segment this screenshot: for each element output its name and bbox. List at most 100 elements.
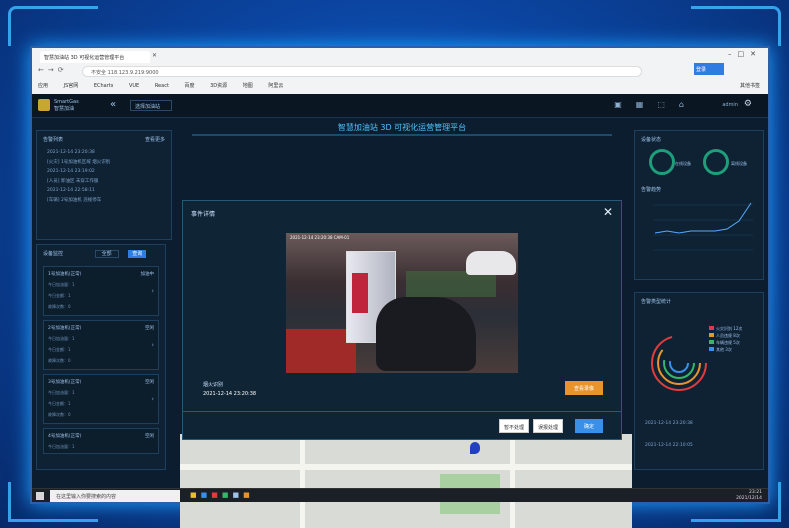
monitor-screen: 智慧加油站 3D 可视化运营管理平台 ✕ –□✕ ←→⟳ 不安全 118.123…	[30, 46, 770, 528]
alarm-list-panel: 告警列表 查看更多 2021-12-14 23:20:38 [火灾] 1号加油机区…	[36, 130, 172, 240]
modal-title: 事件详情	[191, 211, 216, 218]
map-road	[510, 434, 515, 528]
card-title: 2号加油机(正常) 空闲	[48, 326, 154, 331]
device-card[interactable]: 3号加油机(正常) 空闲 今日加油量：1 今日金额：1 故障次数：0 ›	[43, 374, 159, 424]
close-icon[interactable]: ✕	[603, 205, 613, 219]
list-item[interactable]: 2021-12-14 23:19:02	[37, 167, 171, 176]
device-status-panel: 设备状态 在线设备 离线设备 告警趋势	[634, 130, 764, 280]
card-row: 今日金额：1	[48, 293, 71, 298]
map-road	[180, 464, 632, 470]
frame-corner	[8, 6, 98, 46]
card-row: 今日加油量：1	[48, 336, 75, 341]
login-button[interactable]: 登录	[694, 63, 724, 75]
bookmark[interactable]: 阿里云	[268, 83, 283, 89]
card-title: 1号加油机(正常) 加油中	[48, 272, 154, 277]
gauge-offline	[703, 149, 729, 175]
logo-line: 智慧加油	[54, 106, 75, 112]
card-row: 今日金额：1	[48, 347, 71, 352]
app-root: SmartGas 智慧加油 « 选择加油站 ▣▦⬚⌂ admin ⚙ 智慧加油站…	[32, 94, 768, 528]
ignore-button[interactable]: 暂不处理	[499, 419, 529, 433]
bookmark[interactable]: VUE	[129, 83, 139, 89]
address-bar[interactable]: 不安全 118.123.9.219:9000	[82, 66, 642, 77]
legend-item: 人员违规 8次	[709, 332, 742, 339]
logo-text: SmartGas 智慧加油	[54, 99, 79, 113]
list-item[interactable]: 2021-12-14 22:10:05	[635, 441, 703, 450]
location-marker-icon[interactable]	[470, 442, 480, 454]
station-select[interactable]: 选择加油站	[130, 100, 172, 111]
map-road	[300, 434, 305, 528]
system-clock[interactable]: 23:21 2021/12/14	[736, 490, 762, 502]
nav-arrows-icon[interactable]: ←→⟳	[38, 66, 68, 74]
bookmark[interactable]: 3D资源	[210, 83, 227, 89]
close-tab-icon[interactable]: ✕	[152, 52, 157, 59]
trend-line	[654, 202, 752, 234]
divider	[183, 411, 621, 412]
bookmark[interactable]: JS官网	[64, 83, 79, 89]
query-button[interactable]: 查询	[128, 250, 147, 258]
collapse-icon[interactable]: «	[110, 99, 116, 110]
legend-item: 其他 3次	[709, 346, 742, 353]
list-item[interactable]: [车辆] 2号加油机 违规停车	[37, 195, 171, 205]
bookmark[interactable]: 应用	[38, 83, 48, 89]
bookmark[interactable]: 百度	[185, 83, 195, 89]
video-white-car	[466, 251, 516, 275]
browser-tab[interactable]: 智慧加油站 3D 可视化运营管理平台	[40, 51, 150, 63]
chevron-right-icon[interactable]: ›	[151, 395, 154, 403]
list-item[interactable]: [人员] 卸油区 未穿工作服	[37, 176, 171, 186]
map-view[interactable]	[180, 434, 632, 528]
panel-title: 设备状态	[641, 137, 662, 143]
view-record-button[interactable]: 查看录像	[565, 381, 603, 395]
gauge-label: 离线设备	[731, 161, 747, 166]
windows-start-icon[interactable]	[36, 492, 44, 500]
confirm-button[interactable]: 确定	[575, 419, 603, 433]
frame-corner	[691, 6, 781, 46]
device-card[interactable]: 2号加油机(正常) 空闲 今日加油量：1 今日金额：1 故障次数：0 ›	[43, 320, 159, 370]
device-monitor-panel: 设备监控 全部 查询 1号加油机(正常) 加油中 今日加油量：1 今日金额：1 故…	[36, 244, 166, 470]
list-item[interactable]: 2021-12-14 23:20:38	[37, 148, 171, 157]
gear-icon[interactable]: ⚙	[744, 99, 752, 109]
filter-select[interactable]: 全部	[94, 250, 119, 258]
card-row: 故障次数：0	[48, 412, 71, 417]
bookmark[interactable]: React	[155, 83, 169, 89]
video-timestamp: 2021-12-14 23:20:38 CAM-01	[290, 235, 350, 240]
bookmarks-bar: 应用 JS官网 ECharts VUE React 百度 3D资源 地图 阿里云	[38, 82, 297, 89]
video-snapshot[interactable]: 2021-12-14 23:20:38 CAM-01	[286, 233, 518, 373]
video-pump-panel	[352, 273, 368, 313]
alarm-type-panel: 告警类型统计 火灾识别 12次 人员违规 8次 车辆违规 5次 其他 3次 20…	[634, 292, 764, 470]
event-time: 2021-12-14 23:20:38	[203, 391, 257, 397]
more-link[interactable]: 查看更多	[145, 136, 165, 143]
misreport-button[interactable]: 误报处理	[533, 419, 563, 433]
card-row: 故障次数：0	[48, 304, 71, 309]
taskbar-search[interactable]: 在这里输入你要搜索的内容	[50, 490, 180, 502]
page-title: 智慧加油站 3D 可视化运营管理平台	[192, 118, 612, 136]
header-icons[interactable]: ▣▦⬚⌂	[614, 100, 698, 109]
panel-title: 告警类型统计	[641, 299, 672, 305]
card-title: 3号加油机(正常) 空闲	[48, 380, 154, 385]
gauge-label: 在线设备	[675, 161, 691, 166]
chevron-right-icon[interactable]: ›	[151, 341, 154, 349]
legend-item: 车辆违规 5次	[709, 339, 742, 346]
trend-chart	[653, 202, 753, 251]
card-row: 故障次数：0	[48, 358, 71, 363]
legend: 火灾识别 12次 人员违规 8次 车辆违规 5次 其他 3次	[709, 325, 742, 353]
other-bookmarks[interactable]: 其他书签	[740, 82, 760, 89]
user-name[interactable]: admin	[722, 102, 738, 108]
event-name: 烟火识别	[203, 382, 224, 388]
bookmark[interactable]: ECharts	[94, 83, 114, 89]
os-taskbar: 在这里输入你要搜索的内容 ■■■■■■ 23:21 2021/12/14	[32, 488, 768, 502]
panel-title: 设备监控 全部 查询	[37, 245, 165, 262]
device-card[interactable]: 1号加油机(正常) 加油中 今日加油量：1 今日金额：1 故障次数：0 ›	[43, 266, 159, 316]
bookmark[interactable]: 地图	[243, 83, 253, 89]
video-black-car	[376, 297, 476, 371]
taskbar-apps[interactable]: ■■■■■■	[190, 491, 254, 499]
list-item[interactable]: [火灾] 1号加油机区域 烟火识别	[37, 157, 171, 167]
list-item[interactable]: 2021-12-14 23:20:38	[635, 419, 703, 428]
panel-title: 告警列表 查看更多	[43, 136, 165, 143]
window-controls[interactable]: –□✕	[728, 50, 762, 58]
card-title: 4号加油机(正常) 空闲	[48, 434, 154, 439]
legend-item: 火灾识别 12次	[709, 325, 742, 332]
card-row: 今日加油量：1	[48, 390, 75, 395]
device-card[interactable]: 4号加油机(正常) 空闲 今日加油量：1	[43, 428, 159, 454]
chevron-right-icon[interactable]: ›	[151, 287, 154, 295]
list-item[interactable]: 2021-12-14 22:58:11	[37, 186, 171, 195]
